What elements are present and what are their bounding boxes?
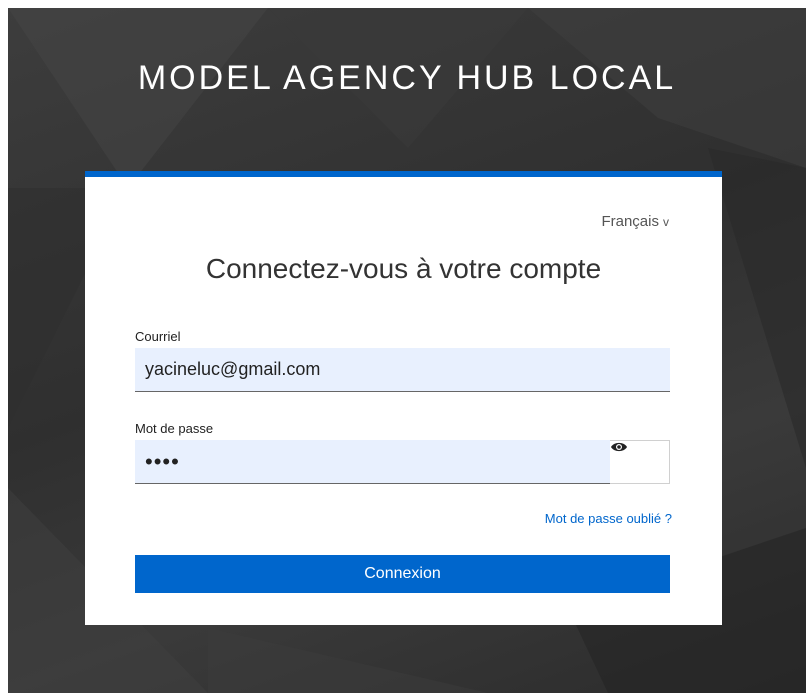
show-password-button[interactable] [610, 440, 670, 484]
email-label: Courriel [135, 329, 181, 344]
password-label: Mot de passe [135, 421, 214, 436]
email-field[interactable] [135, 348, 670, 392]
eye-icon [611, 442, 627, 452]
language-label: Français [601, 213, 659, 230]
chevron-down-icon: v [663, 215, 669, 229]
page-background: MODEL AGENCY HUB LOCAL Français v Connect… [8, 8, 806, 693]
language-selector[interactable]: Français v [601, 213, 669, 230]
app-title: MODEL AGENCY HUB LOCAL [137, 59, 677, 97]
login-heading: Connectez-vous à votre compte [205, 253, 602, 284]
login-card: Français v Connectez-vous à votre compte … [85, 171, 722, 625]
password-field[interactable] [135, 440, 610, 484]
forgot-password-link[interactable]: Mot de passe oublié ? [545, 511, 672, 526]
login-button[interactable]: Connexion [135, 555, 670, 593]
